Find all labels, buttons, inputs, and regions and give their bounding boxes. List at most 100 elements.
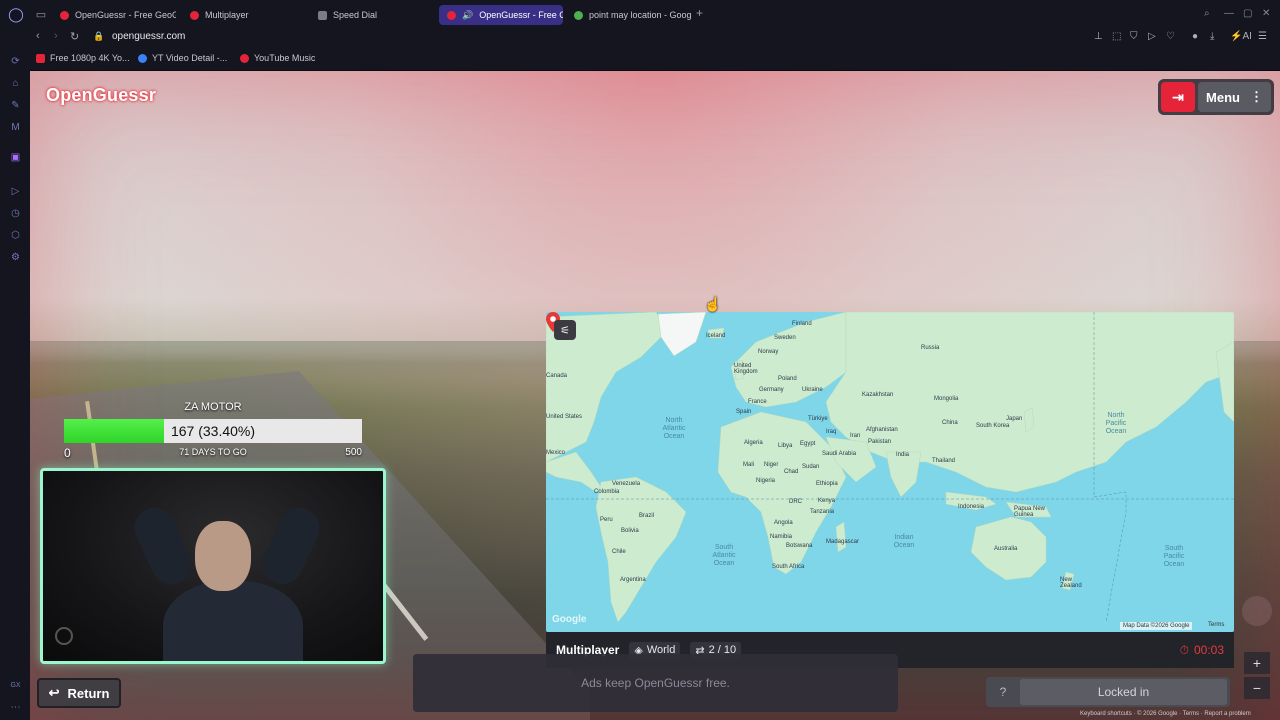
sidebar-bag-icon[interactable]: ⌂ [10,78,21,89]
speed-dial-icon [318,10,327,20]
sidebar-twitch-icon[interactable]: ▣ [10,152,21,163]
zoom-out-button[interactable]: − [1244,677,1270,699]
reload-icon[interactable]: ↻ [70,30,79,43]
map-label: China [942,420,958,426]
bookmark-favicon-icon [36,53,45,63]
tab-speed-dial[interactable]: Speed Dial [310,5,434,25]
sidebar-refresh-icon[interactable]: ⟳ [10,56,21,67]
tab-multiplayer[interactable]: Multiplayer [182,5,306,25]
ocean-label: Indian Ocean [893,534,915,549]
bookmark-favicon-icon [138,53,147,63]
goal-progress-text: 167 (33.40%) [170,423,256,439]
kebab-icon: ⋮ [1249,89,1263,104]
menu-label: Menu [1206,89,1240,105]
pin-icon[interactable]: ⊥ [1094,31,1103,42]
ai-label: AI [1242,31,1252,42]
maximize-icon[interactable]: ▢ [1243,8,1252,19]
map-label: Algeria [744,440,763,446]
menu-group: ⇥ Menu ⋮ [1158,79,1274,115]
zoom-in-button[interactable]: + [1244,652,1270,674]
tab-label: point may location - Goog [589,10,692,20]
map-label: Australia [994,546,1018,552]
map-label: India [896,452,910,458]
sidebar-history-icon[interactable]: ◷ [10,208,21,219]
streamer-arm [255,501,327,591]
sidebar-settings-icon[interactable]: ⚙ [10,252,21,263]
map-label: Mexico [546,450,566,456]
tab-openguessr-active[interactable]: 🔊 OpenGuessr - Free Ge [439,5,563,25]
map-label: Poland [778,376,797,382]
streamer-arm [127,501,199,591]
sidebar-extensions-icon[interactable]: ⬡ [10,230,21,241]
tab-openguessr-1[interactable]: OpenGuessr - Free GeoGu [52,5,176,25]
map-label: South Africa [772,564,805,570]
aria-ai-button[interactable]: ⚡AI [1230,31,1252,42]
map-label: United Kingdom [734,363,758,375]
search-tabs-icon[interactable]: ⌕ [1204,8,1210,19]
help-button[interactable]: ? [986,685,1020,699]
sidebar-player-icon[interactable]: ▷ [10,186,21,197]
lock-icon: 🔒 [93,31,105,41]
exit-button[interactable]: ⇥ [1161,82,1195,112]
forward-icon[interactable]: › [54,30,58,42]
map-label: Norway [758,349,779,355]
streamer-figure [127,501,327,661]
compass-icon[interactable] [1242,596,1272,626]
minimize-icon[interactable]: — [1224,8,1234,19]
map-label: Türkiye [808,416,828,422]
map-label: Venezuela [612,481,641,487]
map-label: Germany [759,387,784,393]
shield-icon[interactable]: ⛉ [1130,31,1138,42]
map-label: Argentina [620,577,646,583]
hand-cursor-icon: ☝ [704,296,722,312]
return-button[interactable]: ↩ Return [37,678,121,708]
map-label: Botswana [786,543,813,549]
streamer-body [163,581,303,661]
opera-logo-icon[interactable]: ◯ [0,0,32,28]
easy-setup-icon[interactable]: ☰ [1258,31,1267,42]
ad-banner: Ads keep OpenGuessr free. [413,654,898,712]
camera-logo-icon [55,627,73,645]
profile-icon[interactable]: ● [1192,31,1198,42]
snapshot-icon[interactable]: ⬚ [1112,31,1121,42]
sidebar-edit-icon[interactable]: ✎ [10,100,21,111]
workspaces-icon[interactable]: ▭ [32,0,50,28]
map-terms-link[interactable]: Terms [1208,622,1224,628]
streetview-footer-links[interactable]: Keyboard shortcuts · © 2026 Google · Ter… [1080,711,1251,717]
map-label: Iran [850,433,861,439]
bookmarks-bar: Free 1080p 4K Yo... YT Video Detail -...… [0,46,1280,70]
ocean-label: North Pacific Ocean [1105,412,1127,435]
bookmark-item[interactable]: YT Video Detail -... [138,53,227,63]
tab-google-search[interactable]: point may location - Goog [566,5,692,25]
map-label: Ukraine [802,387,823,393]
download-icon[interactable]: ⤓ [1210,31,1214,42]
url-field[interactable]: openguessr.com [112,31,185,42]
map-label: Brazil [639,513,655,519]
back-icon[interactable]: ‹ [36,30,40,42]
return-icon: ↩ [48,685,60,700]
locked-in-button[interactable]: Locked in [1020,679,1227,705]
bookmark-item[interactable]: YouTube Music [240,53,315,63]
goal-title: ZA MOTOR [184,401,242,413]
map-label: Colombia [594,489,620,495]
map-label: Spain [736,409,752,415]
stopwatch-icon: ⏱ [1179,642,1189,657]
openguessr-logo[interactable]: OpenGuessr [46,85,156,106]
world-map-land [546,312,1234,623]
close-icon[interactable]: ✕ [1262,8,1270,19]
bookmark-item[interactable]: Free 1080p 4K Yo... [36,53,130,63]
play-icon[interactable]: ▷ [1148,31,1156,42]
speaker-icon[interactable]: 🔊 [462,10,473,21]
sidebar-more-icon[interactable]: ⋯ [10,702,21,713]
street-view-panorama[interactable]: OpenGuessr ⇥ Menu ⋮ ZA MOTOR 167 (33.40%… [30,71,1280,720]
new-tab-icon[interactable]: + [696,6,703,20]
guess-map[interactable]: Finland Iceland Russia Sweden Norway Uni… [546,312,1234,632]
goal-max: 500 [345,447,362,458]
round-timer: ⏱ 00:03 [1180,643,1224,658]
menu-button[interactable]: Menu ⋮ [1198,82,1271,112]
map-label: Canada [546,373,568,379]
heart-icon[interactable]: ♡ [1166,31,1175,42]
sidebar-messenger-icon[interactable]: M [10,122,21,133]
map-settings-button[interactable]: ⚟ [554,320,576,340]
sidebar-gx-icon[interactable]: GX [10,680,21,691]
